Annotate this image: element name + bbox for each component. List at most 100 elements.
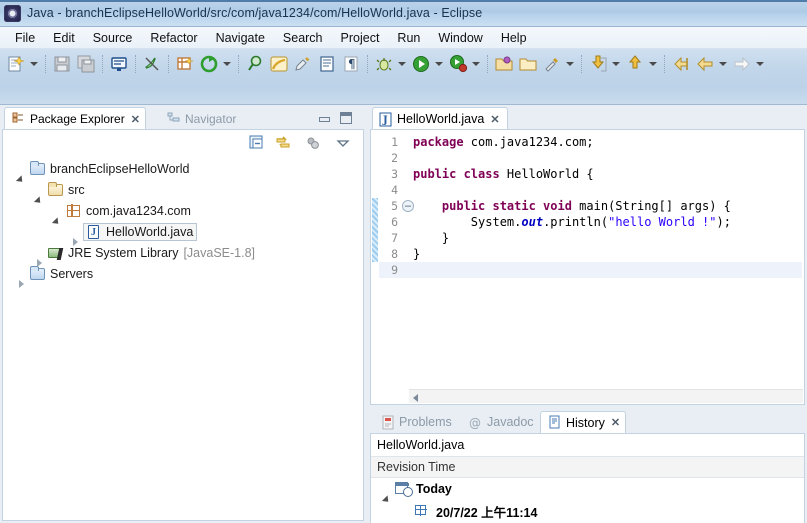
- skip-breakpoints-icon[interactable]: [141, 53, 163, 75]
- debug-icon[interactable]: [373, 53, 395, 75]
- toolbar-separator: [168, 55, 169, 73]
- menu-window[interactable]: Window: [429, 29, 491, 47]
- jre-library-icon: [47, 245, 65, 261]
- view-menu-icon[interactable]: [335, 135, 351, 151]
- tree-item-project[interactable]: branchEclipseHelloWorld: [3, 158, 363, 179]
- line-number: 7: [391, 231, 398, 245]
- workbench: Package Explorer ✕ Navigator branchEclip…: [0, 105, 807, 523]
- menu-edit[interactable]: Edit: [44, 29, 84, 47]
- new-wizard-icon[interactable]: [5, 53, 27, 75]
- forward-dropdown-icon[interactable]: [754, 53, 765, 75]
- line-number: 5: [391, 199, 398, 213]
- tree-item-servers[interactable]: Servers: [3, 263, 363, 288]
- tab-problems[interactable]: Problems: [374, 411, 458, 433]
- import-icon[interactable]: [587, 53, 609, 75]
- history-group-label: Today: [416, 482, 452, 496]
- close-icon[interactable]: ✕: [490, 113, 499, 126]
- tree-item-src[interactable]: src: [3, 179, 363, 200]
- line-content: package com.java1234.com;: [413, 135, 594, 149]
- line-content: System.out.println("hello World !");: [413, 215, 731, 229]
- search-icon[interactable]: [244, 53, 266, 75]
- menu-project[interactable]: Project: [332, 29, 389, 47]
- menu-refactor[interactable]: Refactor: [141, 29, 206, 47]
- history-revision-row[interactable]: 20/7/22 上午11:14: [371, 500, 804, 522]
- build-all-icon[interactable]: [198, 53, 220, 75]
- menu-search[interactable]: Search: [274, 29, 332, 47]
- editor-gutter: [371, 130, 379, 404]
- menu-file[interactable]: File: [6, 29, 44, 47]
- tab-helloworld-java-label: HelloWorld.java: [397, 112, 485, 126]
- save-all-icon[interactable]: [75, 53, 97, 75]
- minimize-icon[interactable]: [318, 113, 330, 123]
- external-tools-icon[interactable]: [541, 53, 563, 75]
- menu-navigate[interactable]: Navigate: [207, 29, 274, 47]
- back-to-icon[interactable]: [670, 53, 692, 75]
- tree-item-package[interactable]: com.java1234.com: [3, 200, 363, 221]
- menu-run[interactable]: Run: [388, 29, 429, 47]
- link-with-editor-icon[interactable]: [275, 135, 291, 151]
- new-java-project-icon[interactable]: [493, 53, 515, 75]
- export-dropdown-icon[interactable]: [647, 53, 658, 75]
- problems-icon: [380, 415, 396, 430]
- line-number: 4: [391, 183, 398, 197]
- show-whitespace-icon[interactable]: ¶: [340, 53, 362, 75]
- tab-package-explorer[interactable]: Package Explorer ✕: [4, 107, 146, 130]
- tree-item-label: com.java1234.com: [86, 203, 191, 218]
- tab-problems-label: Problems: [399, 415, 452, 429]
- maximize-icon[interactable]: [340, 112, 352, 124]
- open-task-icon[interactable]: [268, 53, 290, 75]
- new-java-package-icon[interactable]: [174, 53, 196, 75]
- tree-item-label: src: [68, 182, 85, 197]
- menu-bar: File Edit Source Refactor Navigate Searc…: [0, 27, 807, 49]
- debug-dropdown-icon[interactable]: [396, 53, 407, 75]
- new-java-console-icon[interactable]: [108, 53, 130, 75]
- package-icon: [65, 203, 83, 219]
- export-icon[interactable]: [624, 53, 646, 75]
- tab-history[interactable]: History ✕: [540, 411, 627, 433]
- code-line: 5 public static void main(String[] args)…: [379, 198, 802, 214]
- history-revision-label: 20/7/22 上午11:14: [436, 505, 538, 520]
- history-icon: [547, 415, 563, 430]
- open-type-icon[interactable]: [517, 53, 539, 75]
- source-folder-icon: [47, 181, 65, 198]
- menu-source[interactable]: Source: [84, 29, 142, 47]
- history-group-today[interactable]: Today: [371, 478, 804, 500]
- code-line: 4: [379, 182, 802, 198]
- last-edit-location-icon[interactable]: [292, 53, 314, 75]
- back-dropdown-icon[interactable]: [717, 53, 728, 75]
- coverage-dropdown-icon[interactable]: [470, 53, 481, 75]
- forward-icon[interactable]: [731, 53, 753, 75]
- toggle-block-selection-icon[interactable]: [316, 53, 338, 75]
- package-explorer-view-toolbar: [3, 130, 363, 156]
- collapse-all-icon[interactable]: [249, 135, 265, 151]
- package-explorer-tabbar: Package Explorer ✕ Navigator: [2, 105, 364, 130]
- history-body: HelloWorld.java Revision Time Today 20/7…: [370, 433, 805, 523]
- editor-hscrollbar[interactable]: [409, 389, 803, 403]
- external-tools-dropdown-icon[interactable]: [564, 53, 575, 75]
- run-icon[interactable]: [410, 53, 432, 75]
- tab-navigator[interactable]: Navigator: [160, 107, 242, 130]
- history-column-header: Revision Time: [371, 456, 804, 478]
- code-line: 7 }: [379, 230, 802, 246]
- tab-javadoc-label: Javadoc: [487, 415, 534, 429]
- main-toolbar: ¶: [0, 49, 807, 147]
- save-icon[interactable]: [51, 53, 73, 75]
- import-dropdown-icon[interactable]: [610, 53, 621, 75]
- code-line: 8 }: [379, 246, 802, 262]
- close-icon[interactable]: ✕: [611, 416, 620, 429]
- menu-help[interactable]: Help: [492, 29, 536, 47]
- new-wizard-dropdown-icon[interactable]: [28, 53, 39, 75]
- toolbar-separator: [135, 55, 136, 73]
- run-dropdown-icon[interactable]: [433, 53, 444, 75]
- tree-item-jre-system-library[interactable]: JRE System Library [JavaSE-1.8]: [3, 242, 363, 267]
- build-all-dropdown-icon[interactable]: [221, 53, 232, 75]
- tree-item-label: branchEclipseHelloWorld: [50, 161, 190, 176]
- tree-item-suffix: [JavaSE-1.8]: [183, 245, 256, 260]
- focus-on-active-task-icon[interactable]: [305, 135, 321, 151]
- back-icon[interactable]: [694, 53, 716, 75]
- tab-javadoc[interactable]: @ Javadoc: [462, 411, 540, 433]
- coverage-icon[interactable]: [447, 53, 469, 75]
- close-icon[interactable]: ✕: [131, 113, 140, 126]
- code-editor[interactable]: 1 package com.java1234.com; 2 3 public c…: [370, 129, 805, 405]
- tab-helloworld-java[interactable]: J HelloWorld.java ✕: [372, 107, 508, 130]
